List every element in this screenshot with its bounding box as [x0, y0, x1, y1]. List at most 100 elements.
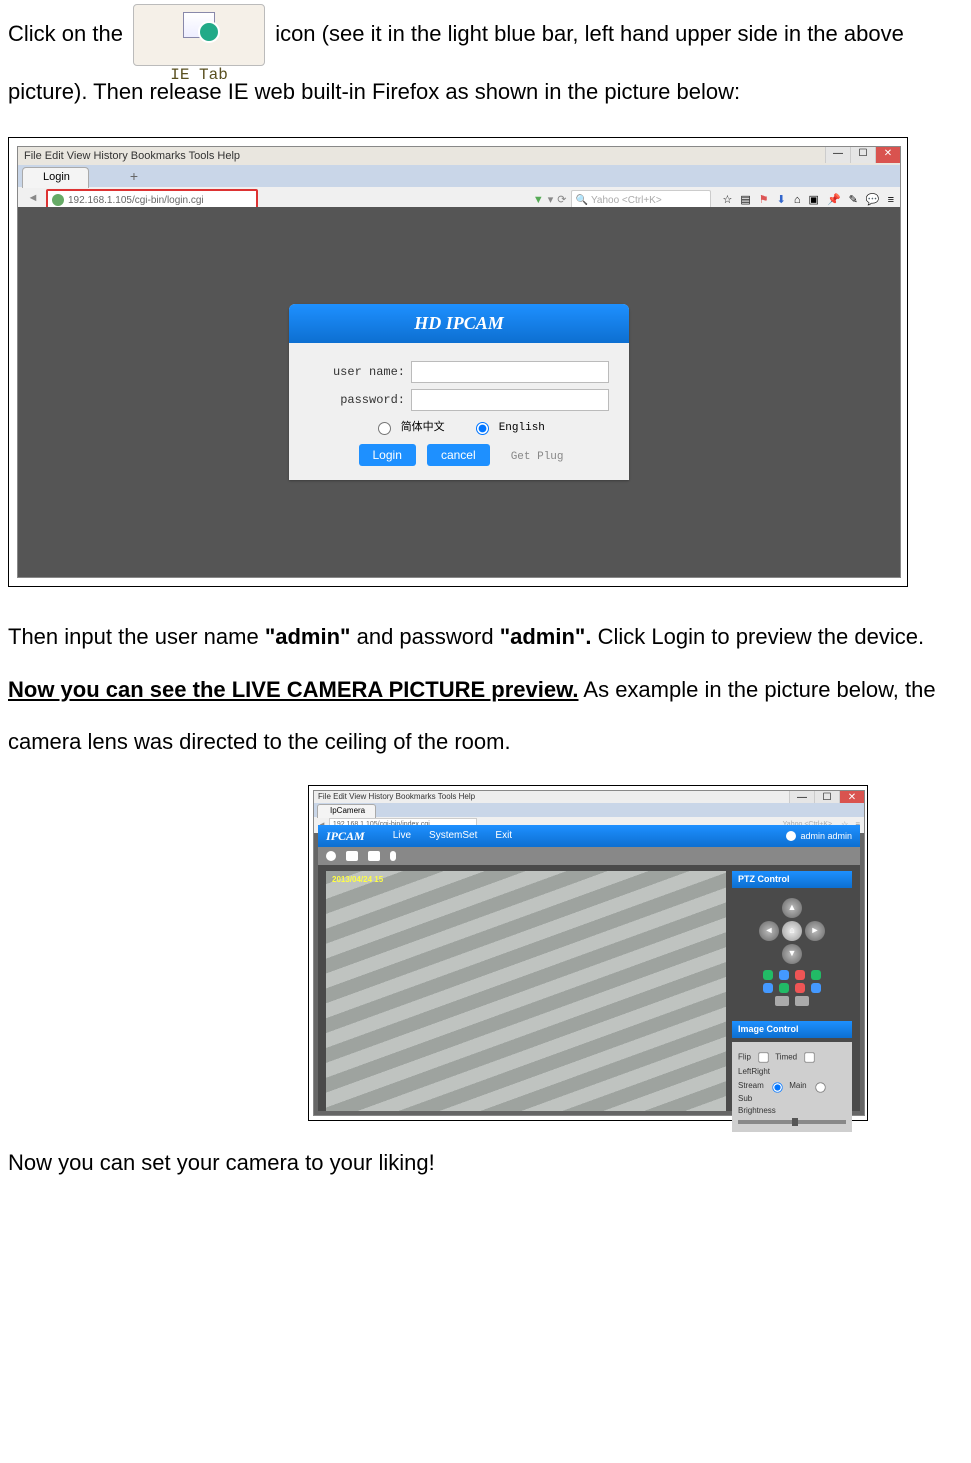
ptz-zoom-out[interactable] — [775, 996, 789, 1006]
new-tab-button[interactable]: + — [126, 168, 142, 184]
p2-d: "admin". — [500, 624, 592, 649]
top-nav: IPCAM Live SystemSet Exit admin admin — [318, 825, 860, 847]
main-row: 2013/04/24 15 PTZ Control ▲ ▼ ◄ ► ⌂ — [326, 871, 852, 1111]
window-buttons: — ☐ ✕ — [825, 147, 900, 163]
browser-tab[interactable]: Login — [22, 167, 89, 188]
ptz-zoom-in[interactable] — [795, 996, 809, 1006]
lang-en-label: English — [499, 422, 545, 434]
chat-icon[interactable]: 💬 — [866, 193, 880, 207]
stream-row: Stream Main Sub — [738, 1078, 846, 1104]
timed-checkbox[interactable] — [758, 1052, 768, 1062]
ptz-preset-7[interactable] — [795, 983, 805, 993]
ietab-icon: IE Tab — [133, 4, 265, 66]
login-title: HD IPCAM — [289, 304, 629, 343]
home-icon[interactable]: ⌂ — [794, 193, 801, 207]
search-icon: 🔍 — [576, 194, 588, 207]
right-column: PTZ Control ▲ ▼ ◄ ► ⌂ — [732, 871, 852, 1111]
record-icon[interactable] — [326, 851, 336, 861]
lang-cn-label: 简体中文 — [401, 422, 445, 434]
browser-tabbar-2: IpCamera — [314, 803, 864, 817]
cancel-button[interactable]: cancel — [427, 444, 490, 466]
window-max-button[interactable]: ☐ — [850, 147, 875, 163]
login-browser: — ☐ ✕ File Edit View History Bookmarks T… — [17, 146, 901, 578]
site-icon — [52, 194, 64, 206]
flip-label: Flip — [738, 1052, 751, 1061]
fullscreen-icon[interactable]: ▣ — [809, 193, 819, 207]
reload-icon[interactable]: ⟳ — [557, 193, 566, 207]
lang-en-radio[interactable] — [476, 422, 489, 435]
flip-row: Flip Timed LeftRight — [738, 1048, 846, 1077]
dropdown-icon: ▾ — [548, 193, 554, 207]
toolbar-icons: ☆ ▤ ⚑ ⬇ ⌂ ▣ 📌 ✎ 💬 ≡ — [723, 193, 894, 207]
image-control-panel: Flip Timed LeftRight Stream Main Sub — [732, 1042, 852, 1132]
search-placeholder: Yahoo <Ctrl+K> — [591, 194, 662, 207]
ptz-preset-3[interactable] — [795, 970, 805, 980]
page-content: HD IPCAM user name: password: 简体中文 — [18, 207, 900, 577]
ptz-dpad: ▲ ▼ ◄ ► ⌂ — [759, 898, 825, 964]
user-info: admin admin — [786, 831, 852, 842]
nav-systemset[interactable]: SystemSet — [429, 830, 477, 842]
shield-icon: ▼ — [533, 193, 544, 207]
ptz-preset-6[interactable] — [779, 983, 789, 993]
ptz-right-button[interactable]: ► — [805, 921, 825, 941]
list-icon[interactable]: ▤ — [740, 193, 750, 207]
username-row: user name: — [309, 361, 609, 383]
brightness-label: Brightness — [738, 1106, 776, 1115]
username-input[interactable] — [411, 361, 609, 383]
paragraph-3: Now you can set your camera to your liki… — [8, 1137, 963, 1190]
ptz-preset-1[interactable] — [763, 970, 773, 980]
menu-icon[interactable]: ≡ — [888, 193, 894, 207]
ptz-preset-row-1 — [732, 970, 852, 980]
user-label: admin admin — [800, 831, 852, 842]
p2-b: "admin" — [265, 624, 351, 649]
browser-menubar-2[interactable]: File Edit View History Bookmarks Tools H… — [314, 791, 864, 803]
nav-exit[interactable]: Exit — [495, 830, 512, 842]
video-preview[interactable]: 2013/04/24 15 — [326, 871, 726, 1111]
url-text: 192.168.1.105/cgi-bin/login.cgi — [68, 194, 204, 207]
window-min-button[interactable]: — — [825, 147, 850, 163]
browser-tabbar: Login + — [18, 165, 900, 187]
login-button[interactable]: Login — [359, 444, 416, 466]
window-close-button[interactable]: ✕ — [875, 147, 900, 163]
nav-live[interactable]: Live — [393, 830, 411, 842]
tab-title-2: IpCamera — [330, 806, 365, 815]
video-icon[interactable] — [368, 851, 380, 861]
ptz-left-button[interactable]: ◄ — [759, 921, 779, 941]
ptz-preset-2[interactable] — [779, 970, 789, 980]
brightness-row: Brightness — [738, 1106, 846, 1124]
brightness-slider[interactable] — [738, 1120, 846, 1124]
ietab-label: IE Tab — [134, 56, 264, 94]
browser-tab-2[interactable]: IpCamera — [317, 804, 376, 818]
login-screenshot-frame: — ☐ ✕ File Edit View History Bookmarks T… — [8, 137, 908, 587]
mic-icon[interactable] — [390, 851, 396, 861]
flag-icon[interactable]: ⚑ — [759, 193, 769, 207]
paragraph-2: Then input the user name "admin" and pas… — [8, 611, 963, 769]
leftright-checkbox[interactable] — [805, 1052, 815, 1062]
ipcam-page: IPCAM Live SystemSet Exit admin admin 20… — [318, 825, 860, 1111]
pin-icon[interactable]: 📌 — [827, 193, 841, 207]
p2-a: Then input the user name — [8, 624, 265, 649]
password-input[interactable] — [411, 389, 609, 411]
live-browser: — ☐ ✕ File Edit View History Bookmarks T… — [313, 790, 865, 1116]
ptz-home-button[interactable]: ⌂ — [782, 921, 802, 941]
ptz-preset-row-3 — [732, 996, 852, 1006]
download-icon[interactable]: ⬇ — [777, 193, 786, 207]
ptz-down-button[interactable]: ▼ — [782, 944, 802, 964]
ptz-up-button[interactable]: ▲ — [782, 898, 802, 918]
leftright-label: LeftRight — [738, 1067, 770, 1076]
ptz-preset-4[interactable] — [811, 970, 821, 980]
video-timestamp: 2013/04/24 15 — [332, 875, 383, 885]
ietab-glyph — [183, 12, 215, 38]
ptz-preset-5[interactable] — [763, 983, 773, 993]
lang-cn-radio[interactable] — [378, 422, 391, 435]
login-body: user name: password: 简体中文 English — [289, 343, 629, 479]
p2-f: Now you can see the LIVE CAMERA PICTURE … — [8, 677, 579, 702]
snapshot-icon[interactable] — [346, 851, 358, 861]
browser-menubar[interactable]: File Edit View History Bookmarks Tools H… — [18, 147, 900, 165]
note-icon[interactable]: ✎ — [849, 193, 858, 207]
ptz-preset-8[interactable] — [811, 983, 821, 993]
star-icon[interactable]: ☆ — [723, 193, 733, 207]
sub-radio[interactable] — [815, 1083, 825, 1093]
main-radio[interactable] — [772, 1083, 782, 1093]
get-plug-link[interactable]: Get Plug — [511, 451, 564, 463]
